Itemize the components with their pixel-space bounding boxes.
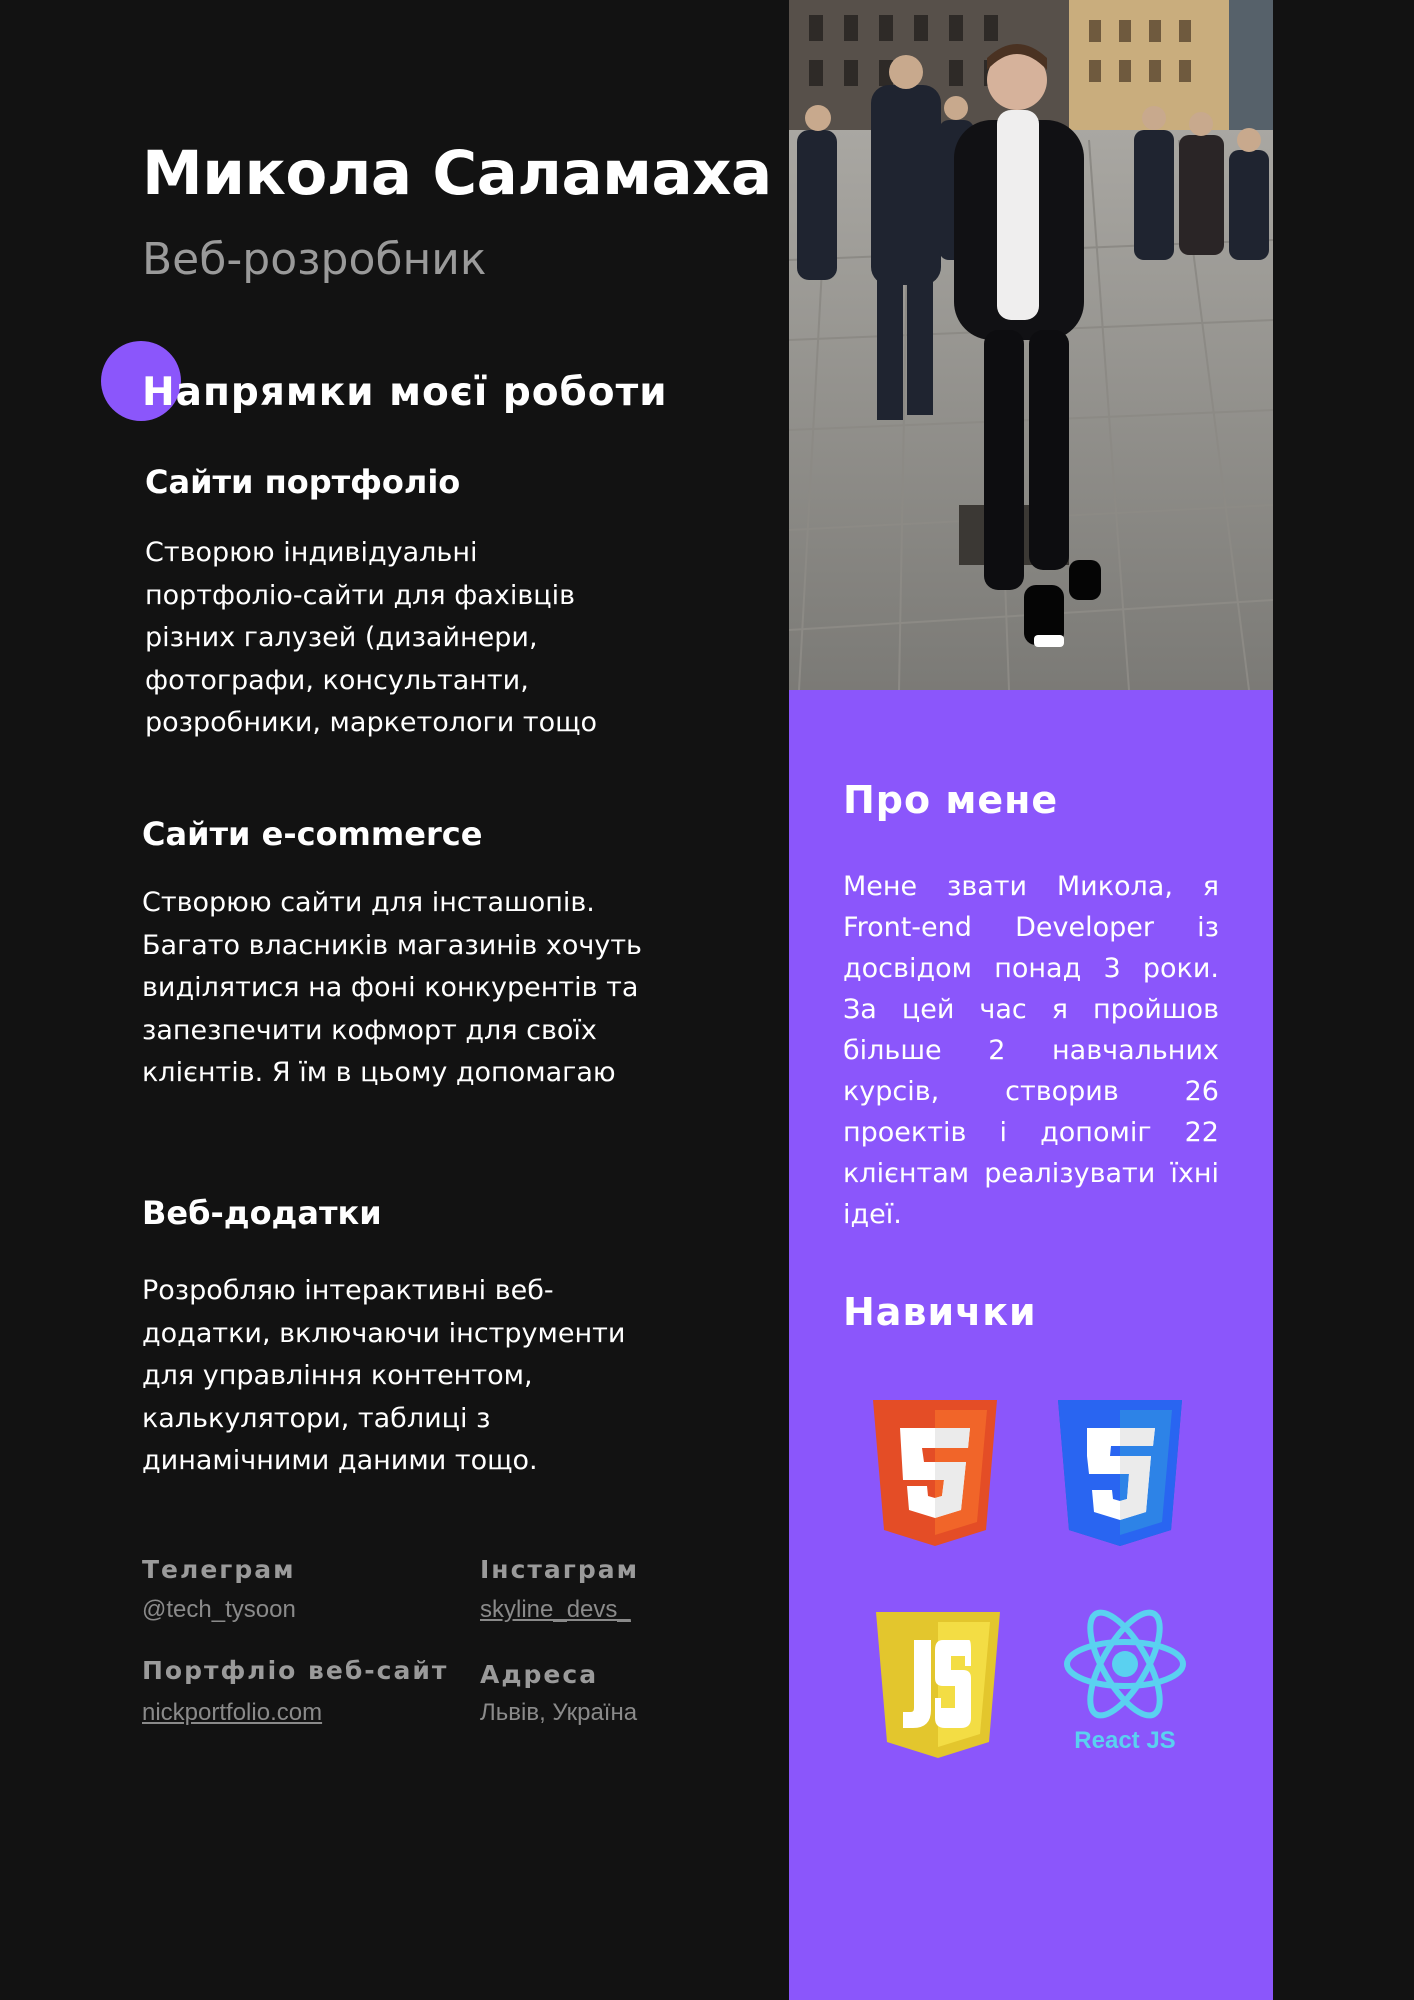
job-title: Веб-розробник — [142, 234, 487, 285]
portfolio-link[interactable]: nickportfolio.com — [142, 1699, 322, 1727]
react-label: React JS — [1074, 1727, 1176, 1754]
text-line: різних галузей (дизайнери, — [145, 622, 538, 653]
about-text: Мене звати Микола, я Front-end Developer… — [843, 871, 1219, 1230]
service-description-portfolio: Створюю індивідуальні портфоліо-сайти дл… — [145, 532, 705, 745]
skills-title: Навички — [843, 1290, 1037, 1334]
address-label: Адреса — [480, 1660, 599, 1689]
person-name: Микола Саламаха — [142, 138, 772, 209]
about-title: Про мене — [843, 778, 1059, 822]
instagram-label: Інстаграм — [480, 1555, 640, 1584]
text-line: Створюю сайти для інсташопів. — [142, 887, 595, 918]
portfolio-label: Портфліо веб-сайт — [142, 1656, 449, 1685]
text-line: запезпечити кофморт для своїх — [142, 1014, 597, 1046]
text-line: додатки, включаючи інструменти — [142, 1317, 626, 1349]
profile-photo — [789, 0, 1273, 690]
service-description-ecommerce: Створюю сайти для інсташопів. Багато вла… — [142, 882, 702, 1095]
service-title-webapps: Веб-додатки — [142, 1194, 382, 1232]
text-line: калькулятори, таблиці з — [142, 1402, 491, 1434]
telegram-label: Телеграм — [142, 1555, 296, 1584]
text-line: виділятися на фоні конкурентів та — [142, 972, 639, 1003]
javascript-icon — [873, 1612, 1003, 1762]
text-line: Розробляю інтерактивні веб- — [142, 1275, 554, 1306]
services-section-title: Напрямки моєї роботи — [142, 370, 668, 415]
text-line: Створюю індивідуальні — [145, 537, 478, 568]
text-line: розробники, маркетологи тощо — [145, 707, 598, 738]
html5-icon — [870, 1400, 1000, 1550]
service-title-portfolio: Сайти портфоліо — [145, 463, 461, 501]
react-icon: React JS — [1060, 1605, 1190, 1755]
instagram-link[interactable]: skyline_devs_ — [480, 1596, 631, 1624]
text-line: для управління контентом, — [142, 1360, 533, 1391]
service-title-ecommerce: Сайти e-commerce — [142, 815, 483, 853]
address-value: Львів, Україна — [480, 1699, 638, 1726]
text-line: фотографи, консультанти, — [145, 664, 529, 696]
text-line: динамічними даними тощо. — [142, 1445, 538, 1476]
service-description-webapps: Розробляю інтерактивні веб- додатки, вкл… — [142, 1270, 702, 1483]
telegram-handle[interactable]: @tech_tysoon — [142, 1596, 296, 1624]
text-line: клієнтів. Я їм в цьому допомагаю — [142, 1057, 616, 1088]
text-line: портфоліо-сайти для фахівців — [145, 579, 576, 611]
text-line: Багато власників магазинів хочуть — [142, 929, 642, 961]
css3-icon — [1055, 1400, 1185, 1550]
